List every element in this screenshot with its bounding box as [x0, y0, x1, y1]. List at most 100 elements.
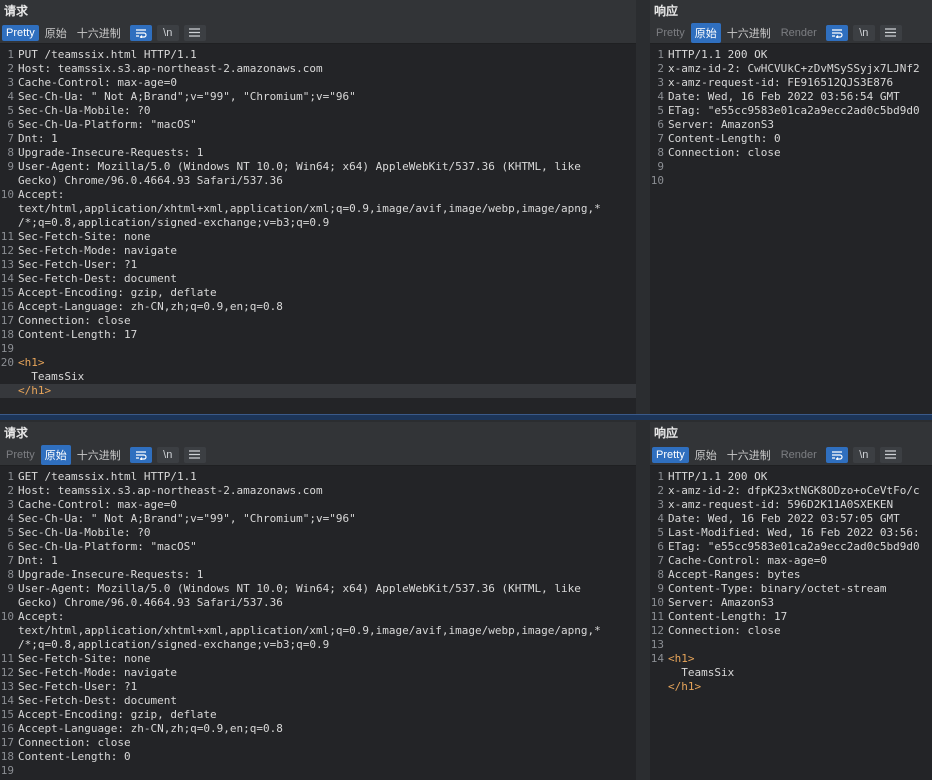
line-number: 12: [650, 624, 664, 637]
code-line: 14 <h1>: [650, 652, 932, 666]
line-number: [0, 174, 18, 188]
pane-title: 响应: [650, 0, 932, 22]
vertical-splitter[interactable]: [636, 0, 650, 414]
newline-toggle-button[interactable]: \n: [852, 446, 875, 463]
code-line: 10 Accept:: [0, 188, 636, 202]
line-number: 6: [7, 540, 14, 553]
line-number: 1: [657, 470, 664, 483]
code-editor[interactable]: 1 PUT /teamssix.html HTTP/1.1 2 Host: teams…: [0, 44, 636, 414]
line-text: </h1>: [18, 384, 52, 397]
line-text: ETag: "e55cc9583e01ca2a9ecc2ad0c5bd9d0: [668, 540, 920, 553]
line-number: 5: [7, 526, 14, 539]
menu-icon[interactable]: [183, 446, 206, 463]
line-text: Host: teamssix.s3.ap-northeast-2.amazona…: [18, 62, 323, 75]
line-number: 10: [650, 596, 664, 609]
tab-hex[interactable]: 十六进制: [73, 23, 125, 43]
vertical-splitter[interactable]: [636, 422, 650, 780]
newline-toggle-button[interactable]: \n: [852, 24, 875, 41]
bottom-request-pane: 请求 Pretty 原始 十六进制 \n 1 GET /teamssix.html HT…: [0, 422, 636, 780]
line-number: 16: [0, 722, 14, 735]
tab-raw[interactable]: 原始: [690, 22, 721, 43]
line-number: 2: [7, 62, 14, 75]
line-text: Server: AmazonS3: [668, 118, 774, 131]
tab-hex[interactable]: 十六进制: [73, 445, 125, 465]
line-number: 13: [650, 638, 664, 651]
line-text: HTTP/1.1 200 OK: [668, 470, 768, 483]
line-text: text/html,application/xhtml+xml,applicat…: [18, 202, 601, 215]
wrap-icon[interactable]: [825, 446, 848, 463]
line-number: 14: [0, 694, 14, 707]
line-text: x-amz-request-id: 596D2K11A0SXEKEN: [668, 498, 894, 511]
line-number: 19: [0, 342, 14, 355]
code-line: /*;q=0.8,application/signed-exchange;v=b…: [0, 216, 636, 230]
wrap-icon[interactable]: [129, 446, 152, 463]
tab-pretty[interactable]: Pretty: [652, 446, 689, 463]
line-number: 1: [7, 48, 14, 61]
code-editor[interactable]: 1 GET /teamssix.html HTTP/1.1 2 Host: teams…: [0, 466, 636, 780]
line-text: x-amz-id-2: dfpK23xtNGK8ODzo+oCeVtFo/c: [668, 484, 920, 497]
line-text: <h1>: [18, 356, 45, 369]
line-number: 7: [7, 554, 14, 567]
code-editor[interactable]: 1 HTTP/1.1 200 OK 2 x-amz-id-2: dfpK23xtNGK…: [650, 466, 932, 780]
code-line: 3 Cache-Control: max-age=0: [0, 76, 636, 90]
line-number: 2: [657, 484, 664, 497]
menu-icon[interactable]: [183, 24, 206, 41]
line-text: Sec-Ch-Ua-Platform: "macOS": [18, 540, 197, 553]
menu-icon[interactable]: [879, 24, 902, 41]
line-text: Dnt: 1: [18, 554, 58, 567]
line-text: x-amz-request-id: FE916512QJS3E876: [668, 76, 894, 89]
code-line: 18 Content-Length: 0: [0, 750, 636, 764]
line-number: 14: [650, 652, 664, 665]
code-line: 15 Accept-Encoding: gzip, deflate: [0, 286, 636, 300]
line-text: Connection: close: [668, 624, 781, 637]
tab-raw[interactable]: 原始: [40, 444, 71, 465]
line-number: 9: [7, 582, 14, 595]
line-text: Sec-Fetch-User: ?1: [18, 258, 138, 271]
code-line: 2 Host: teamssix.s3.ap-northeast-2.amazon…: [0, 484, 636, 498]
line-number: 10: [650, 174, 664, 187]
code-line: 9: [650, 160, 932, 174]
line-number: 6: [657, 118, 664, 131]
line-text: Sec-Fetch-Site: none: [18, 230, 151, 243]
tab-hex[interactable]: 十六进制: [723, 445, 775, 465]
wrap-icon[interactable]: [825, 24, 848, 41]
horizontal-splitter[interactable]: [0, 414, 932, 420]
line-text: Host: teamssix.s3.ap-northeast-2.amazona…: [18, 484, 323, 497]
tab-hex[interactable]: 十六进制: [723, 23, 775, 43]
line-number: 16: [0, 300, 14, 313]
tab-pretty[interactable]: Pretty: [652, 25, 689, 41]
code-line: 9 User-Agent: Mozilla/5.0 (Windows NT 10.…: [0, 160, 636, 174]
line-number: [0, 638, 18, 652]
tab-render[interactable]: Render: [777, 25, 821, 41]
code-line: 17 Connection: close: [0, 314, 636, 328]
wrap-icon[interactable]: [129, 24, 152, 41]
line-text: Sec-Fetch-Mode: navigate: [18, 666, 177, 679]
tab-raw[interactable]: 原始: [691, 445, 721, 465]
code-line: 15 Accept-Encoding: gzip, deflate: [0, 708, 636, 722]
tab-pretty[interactable]: Pretty: [2, 447, 39, 463]
line-text: Accept-Encoding: gzip, deflate: [18, 708, 217, 721]
tab-raw[interactable]: 原始: [41, 23, 71, 43]
line-text: Content-Type: binary/octet-stream: [668, 582, 887, 595]
line-text: Sec-Fetch-Site: none: [18, 652, 151, 665]
code-line: 14 Sec-Fetch-Dest: document: [0, 272, 636, 286]
code-editor[interactable]: 1 HTTP/1.1 200 OK 2 x-amz-id-2: CwHCVUkC+zD…: [650, 44, 932, 414]
code-line: 3 Cache-Control: max-age=0: [0, 498, 636, 512]
newline-toggle-button[interactable]: \n: [156, 24, 179, 41]
code-line: 13 Sec-Fetch-User: ?1: [0, 680, 636, 694]
line-text: Cache-Control: max-age=0: [668, 554, 827, 567]
tab-pretty[interactable]: Pretty: [2, 24, 39, 41]
line-number: 11: [0, 230, 14, 243]
code-line: </h1>: [0, 384, 636, 398]
tab-render[interactable]: Render: [777, 447, 821, 463]
line-number: 14: [0, 272, 14, 285]
newline-toggle-button[interactable]: \n: [156, 446, 179, 463]
code-line: 1 PUT /teamssix.html HTTP/1.1: [0, 48, 636, 62]
line-text: Sec-Fetch-Dest: document: [18, 694, 177, 707]
code-line: 20 <h1>: [0, 356, 636, 370]
line-text: x-amz-id-2: CwHCVUkC+zDvMSySSyjx7LJNf2: [668, 62, 920, 75]
code-line: 16 Accept-Language: zh-CN,zh;q=0.9,en;q=0…: [0, 300, 636, 314]
code-line: text/html,application/xhtml+xml,applicat…: [0, 624, 636, 638]
menu-icon[interactable]: [879, 446, 902, 463]
line-number: 17: [0, 314, 14, 327]
